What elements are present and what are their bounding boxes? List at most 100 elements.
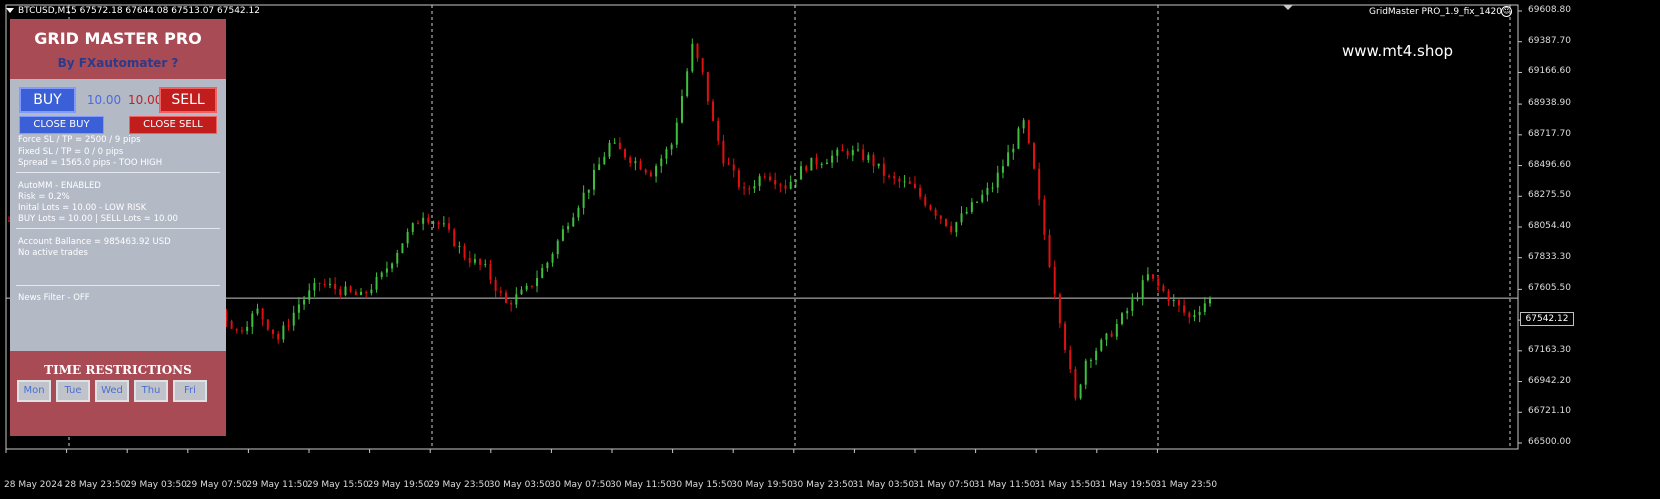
bull-candle-body	[1209, 298, 1211, 304]
initial-lots-text: Inital Lots = 10.00 - LOW RISK	[18, 203, 147, 213]
price-tick-label: 66500.00	[1528, 437, 1571, 447]
bull-candle-body	[1146, 274, 1149, 281]
panel-header: GRID MASTER PRO By FXautomater ?	[10, 19, 226, 79]
bull-candle-body	[825, 162, 828, 165]
day-button-tue[interactable]: Tue	[56, 380, 90, 402]
bull-candle-body	[297, 304, 300, 313]
bull-candle-body	[1136, 298, 1139, 300]
buy-button[interactable]: BUY	[19, 87, 76, 113]
bull-candle-body	[1105, 333, 1108, 340]
bull-candle-body	[422, 217, 425, 224]
bear-candle-body	[1167, 291, 1170, 302]
bear-candle-body	[1048, 234, 1051, 267]
sell-lots-input[interactable]: 10.00	[128, 91, 160, 109]
bull-candle-body	[344, 286, 347, 296]
bear-candle-body	[287, 325, 290, 327]
bull-candle-body	[520, 289, 523, 295]
time-tick-label: 29 May 07:50	[185, 480, 248, 490]
bear-candle-body	[639, 161, 642, 170]
bull-candle-body	[1089, 359, 1092, 361]
bull-candle-body	[1022, 120, 1025, 129]
bear-candle-body	[805, 166, 808, 171]
bear-candle-body	[1074, 369, 1077, 399]
bull-candle-body	[556, 240, 559, 255]
bull-candle-body	[515, 294, 518, 305]
bear-candle-body	[489, 264, 492, 280]
bear-candle-body	[898, 178, 901, 182]
bull-candle-body	[567, 226, 570, 230]
bear-candle-body	[1038, 168, 1041, 200]
bull-candle-body	[484, 264, 487, 266]
day-button-mon[interactable]: Mon	[17, 380, 51, 402]
bull-candle-body	[686, 71, 689, 97]
scroll-marker-icon	[1283, 5, 1293, 10]
sell-button[interactable]: SELL	[159, 87, 217, 113]
bear-candle-body	[1064, 323, 1067, 350]
bear-candle-body	[494, 279, 497, 291]
bull-candle-body	[753, 186, 756, 189]
bear-candle-body	[437, 222, 440, 225]
symbol-header-text: BTCUSD,M15 67572.18 67644.08 67513.07 67…	[18, 6, 260, 16]
day-button-thu[interactable]: Thu	[134, 380, 168, 402]
website-watermark: www.mt4.shop	[1342, 42, 1454, 60]
bear-candle-body	[882, 163, 885, 176]
bear-candle-body	[846, 151, 849, 156]
menu-triangle-icon[interactable]	[6, 8, 14, 13]
bear-candle-body	[365, 291, 368, 294]
bull-candle-body	[691, 43, 694, 72]
bear-candle-body	[1053, 266, 1056, 295]
price-chart[interactable]: BTCUSD,M15 67572.18 67644.08 67513.07 67…	[0, 0, 1660, 499]
bear-candle-body	[1069, 349, 1072, 370]
close-buy-button[interactable]: CLOSE BUY	[19, 116, 104, 134]
bull-candle-body	[328, 283, 331, 285]
bull-candle-body	[536, 277, 539, 287]
bull-candle-body	[525, 285, 528, 290]
bull-candle-body	[380, 272, 383, 277]
bear-candle-body	[862, 149, 865, 161]
panel-subtitle: By FXautomater ?	[57, 56, 179, 70]
smiley-icon[interactable]: ☺	[1501, 6, 1512, 17]
bear-candle-body	[354, 291, 357, 296]
bull-candle-body	[308, 290, 311, 300]
bull-candle-body	[551, 254, 554, 263]
lots-summary-text: BUY Lots = 10.00 | SELL Lots = 10.00	[18, 214, 178, 224]
force-sl-tp-text: Force SL / TP = 2500 / 9 pips	[18, 135, 141, 145]
day-button-fri[interactable]: Fri	[173, 380, 207, 402]
bull-candle-body	[991, 187, 994, 189]
bull-candle-body	[665, 149, 668, 159]
bull-candle-body	[1193, 315, 1196, 318]
bear-candle-body	[727, 163, 730, 165]
bull-candle-body	[598, 164, 601, 171]
buy-lots-input[interactable]: 10.00	[84, 91, 124, 109]
price-tick-label: 68938.90	[1528, 98, 1571, 109]
bull-candle-body	[1120, 313, 1123, 325]
time-tick-label: 31 May 11:50	[973, 480, 1036, 490]
bull-candle-body	[246, 326, 249, 331]
bear-candle-body	[939, 215, 942, 219]
bull-candle-body	[877, 163, 880, 167]
bear-candle-body	[468, 257, 471, 263]
bear-candle-body	[629, 157, 632, 164]
bear-candle-body	[934, 209, 937, 216]
bull-candle-body	[1012, 148, 1015, 153]
bear-candle-body	[1110, 333, 1113, 337]
close-sell-button[interactable]: CLOSE SELL	[129, 116, 217, 134]
bear-candle-body	[1157, 278, 1160, 286]
bull-candle-body	[282, 325, 285, 340]
bear-candle-body	[929, 205, 932, 210]
time-tick-label: 30 May 07:50	[549, 480, 612, 490]
day-button-wed[interactable]: Wed	[95, 380, 129, 402]
bull-candle-body	[1095, 350, 1098, 360]
bear-candle-body	[768, 176, 771, 181]
bear-candle-body	[504, 292, 507, 303]
bull-candle-body	[794, 179, 797, 182]
bull-candle-body	[1198, 311, 1201, 316]
price-tick-label: 69387.70	[1528, 35, 1571, 46]
bear-candle-body	[334, 283, 337, 290]
bear-candle-body	[1032, 143, 1035, 169]
bull-candle-body	[1126, 310, 1129, 314]
bull-candle-body	[1115, 324, 1118, 337]
bull-candle-body	[1001, 166, 1004, 173]
divider	[16, 228, 220, 229]
candlestick-chart[interactable]	[0, 0, 1660, 499]
